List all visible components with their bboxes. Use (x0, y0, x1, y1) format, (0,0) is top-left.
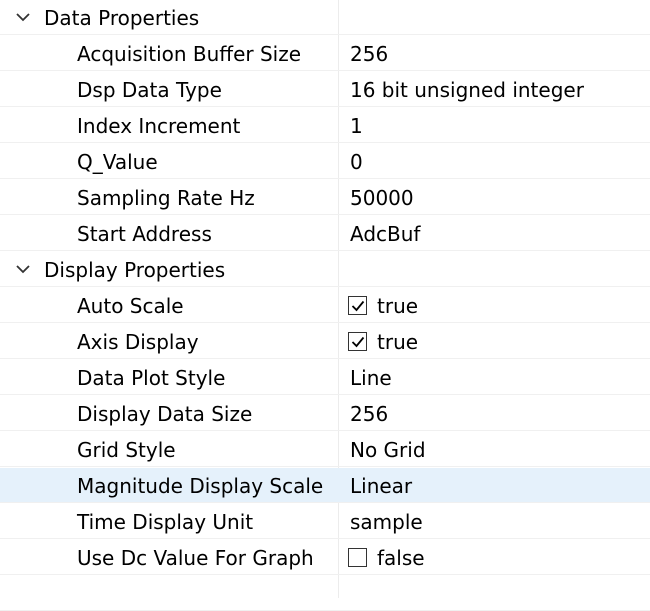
property-row[interactable]: Use Dc Value For Graph false (0, 540, 650, 575)
property-name: Grid Style (77, 437, 176, 462)
property-value: 0 (350, 149, 363, 174)
property-row[interactable]: Sampling Rate Hz 50000 (0, 180, 650, 215)
group-label: Data Properties (44, 5, 200, 30)
property-value-cell[interactable]: 256 (339, 396, 650, 431)
property-name-cell: Magnitude Display Scale (0, 468, 338, 503)
property-value-cell[interactable]: 256 (339, 36, 650, 71)
property-value: 16 bit unsigned integer (350, 77, 584, 102)
property-row[interactable]: Dsp Data Type 16 bit unsigned integer (0, 72, 650, 107)
property-value-cell[interactable]: true (339, 324, 650, 359)
property-name-cell: Q_Value (0, 144, 338, 179)
property-name: Dsp Data Type (77, 77, 222, 102)
property-name-cell: Index Increment (0, 108, 338, 143)
property-value-cell[interactable]: AdcBuf (339, 216, 650, 251)
property-name-cell: Acquisition Buffer Size (0, 36, 338, 71)
chevron-down-icon[interactable] (13, 260, 33, 280)
property-row[interactable]: Grid Style No Grid (0, 432, 650, 467)
property-value: 50000 (350, 185, 414, 210)
property-value: 1 (350, 113, 363, 138)
property-value: 256 (350, 41, 389, 66)
property-name: Display Data Size (77, 401, 253, 426)
property-name: Time Display Unit (77, 509, 254, 534)
property-value: Linear (350, 473, 413, 498)
group-name-cell: Display Properties (0, 252, 338, 287)
property-value: 256 (350, 401, 389, 426)
group-name-cell: Data Properties (0, 0, 338, 35)
property-name: Auto Scale (77, 293, 184, 318)
property-name: Magnitude Display Scale (77, 473, 324, 498)
property-name-cell: Sampling Rate Hz (0, 180, 338, 215)
property-value: No Grid (350, 437, 426, 462)
checkbox-checked-icon[interactable] (348, 296, 367, 315)
property-value: sample (350, 509, 423, 534)
checkbox-unchecked-icon[interactable] (348, 548, 367, 567)
property-value-cell[interactable]: 50000 (339, 180, 650, 215)
property-value-cell[interactable]: false (339, 540, 650, 575)
property-value-cell[interactable]: sample (339, 504, 650, 539)
property-name-cell: Use Dc Value For Graph (0, 540, 338, 575)
group-label: Display Properties (44, 257, 226, 282)
property-name-cell: Start Address (0, 216, 338, 251)
property-name: Start Address (77, 221, 212, 246)
property-name-cell: Display Data Size (0, 396, 338, 431)
property-name-cell: Grid Style (0, 432, 338, 467)
property-value: AdcBuf (350, 221, 421, 246)
property-row[interactable]: Q_Value 0 (0, 144, 650, 179)
property-name: Axis Display (77, 329, 199, 354)
checkbox-checked-icon[interactable] (348, 332, 367, 351)
property-row[interactable]: Display Data Size 256 (0, 396, 650, 431)
empty-row (0, 576, 650, 611)
property-row[interactable]: Axis Display true (0, 324, 650, 359)
property-value: Line (350, 365, 392, 390)
property-row[interactable]: Auto Scale true (0, 288, 650, 323)
property-value-cell[interactable]: 16 bit unsigned integer (339, 72, 650, 107)
property-name-cell: Dsp Data Type (0, 72, 338, 107)
property-value-cell[interactable]: Linear (339, 468, 650, 503)
group-row[interactable]: Display Properties (0, 252, 650, 287)
property-row[interactable]: Time Display Unit sample (0, 504, 650, 539)
property-value: false (377, 545, 425, 570)
property-name: Index Increment (77, 113, 241, 138)
property-name: Q_Value (77, 149, 158, 174)
property-name: Sampling Rate Hz (77, 185, 255, 210)
property-value-cell[interactable]: 1 (339, 108, 650, 143)
property-sheet: Data Properties Acquisition Buffer Size 25… (0, 0, 650, 611)
property-name: Data Plot Style (77, 365, 226, 390)
property-row[interactable]: Start Address AdcBuf (0, 216, 650, 251)
chevron-down-icon[interactable] (13, 8, 33, 28)
property-row[interactable]: Index Increment 1 (0, 108, 650, 143)
group-value-cell (339, 252, 650, 287)
property-value-cell[interactable]: Line (339, 360, 650, 395)
property-value-cell[interactable]: 0 (339, 144, 650, 179)
property-name-cell: Data Plot Style (0, 360, 338, 395)
group-row[interactable]: Data Properties (0, 0, 650, 35)
property-value-cell[interactable]: No Grid (339, 432, 650, 467)
property-value: true (377, 293, 419, 318)
property-name-cell: Auto Scale (0, 288, 338, 323)
property-name-cell: Axis Display (0, 324, 338, 359)
property-value-cell[interactable]: true (339, 288, 650, 323)
property-name: Use Dc Value For Graph (77, 545, 314, 570)
property-row[interactable]: Acquisition Buffer Size 256 (0, 36, 650, 71)
property-row[interactable]: Data Plot Style Line (0, 360, 650, 395)
property-name: Acquisition Buffer Size (77, 41, 302, 66)
property-row[interactable]: Magnitude Display Scale Linear (0, 468, 650, 503)
property-value: true (377, 329, 419, 354)
property-name-cell: Time Display Unit (0, 504, 338, 539)
group-value-cell (339, 0, 650, 35)
